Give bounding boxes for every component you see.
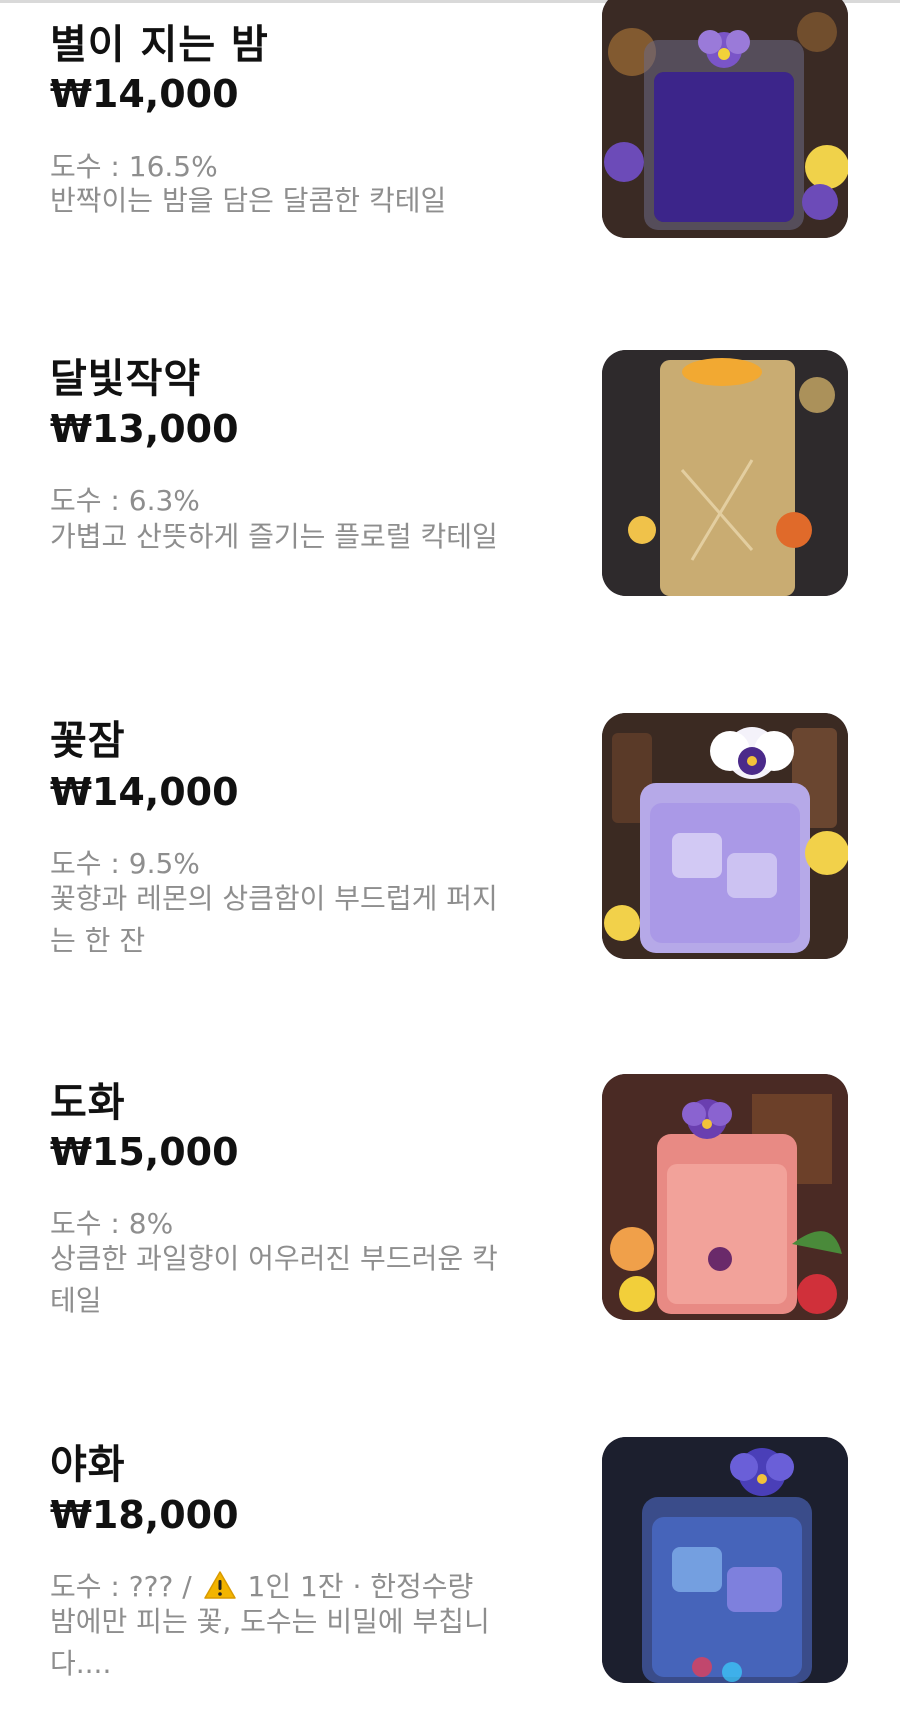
cocktail-photo-icon[interactable]	[602, 713, 848, 959]
item-price: ₩18,000	[50, 1493, 239, 1537]
cocktail-photo-icon[interactable]	[602, 1437, 848, 1683]
item-price: ₩14,000	[50, 72, 239, 116]
item-description: 상큼한 과일향이 어우러진 부드러운 칵테일	[50, 1242, 498, 1317]
item-description: 가볍고 산뜻하게 즐기는 플로럴 칵테일	[50, 520, 498, 553]
item-description: 반짝이는 밤을 담은 달콤한 칵테일	[50, 184, 447, 217]
item-name: 별이 지는 밤	[50, 22, 269, 68]
item-name: 야화	[50, 1442, 126, 1488]
cocktail-photo-icon[interactable]	[602, 1074, 848, 1320]
item-name: 달빛작약	[50, 356, 202, 402]
item-abv-suffix: 1인 1잔 · 한정수량	[247, 1570, 474, 1603]
item-abv: 도수 : 9.5%	[50, 847, 200, 880]
menu-item-kkotjam[interactable]: 꽃잠 ₩14,000 도수 : 9.5% 꽃향과 레몬의 상큼함이 부드럽게 퍼…	[0, 700, 900, 1000]
item-price: ₩15,000	[50, 1130, 239, 1174]
menu-item-byeori-jineun-bam[interactable]: 별이 지는 밤 ₩14,000 도수 : 16.5% 반짝이는 밤을 담은 달콤…	[0, 0, 900, 300]
item-description: 밤에만 피는 꽃, 도수는 비밀에 부칩니다....	[50, 1605, 490, 1680]
item-price: ₩14,000	[50, 770, 239, 814]
item-name: 도화	[50, 1080, 126, 1126]
menu-item-dalbit-jakyak[interactable]: 달빛작약 ₩13,000 도수 : 6.3% 가볍고 산뜻하게 즐기는 플로럴 …	[0, 336, 900, 636]
cocktail-photo-icon[interactable]	[602, 0, 848, 238]
item-abv: 도수 : 6.3%	[50, 484, 200, 517]
menu-item-dohwa[interactable]: 도화 ₩15,000 도수 : 8% 상큼한 과일향이 어우러진 부드러운 칵테…	[0, 1062, 900, 1362]
item-description: 꽃향과 레몬의 상큼함이 부드럽게 퍼지는 한 잔	[50, 882, 498, 957]
item-name: 꽃잠	[50, 718, 126, 764]
item-abv: 도수 : 8%	[50, 1207, 174, 1240]
menu-item-yahwa[interactable]: 야화 ₩18,000 도수 : ??? / 1인 1잔 · 한정수량 밤에만 피…	[0, 1425, 900, 1725]
item-abv-prefix: 도수 : ??? /	[50, 1570, 192, 1603]
cocktail-photo-icon[interactable]	[602, 350, 848, 596]
item-price: ₩13,000	[50, 407, 239, 451]
item-abv: 도수 : 16.5%	[50, 150, 218, 183]
